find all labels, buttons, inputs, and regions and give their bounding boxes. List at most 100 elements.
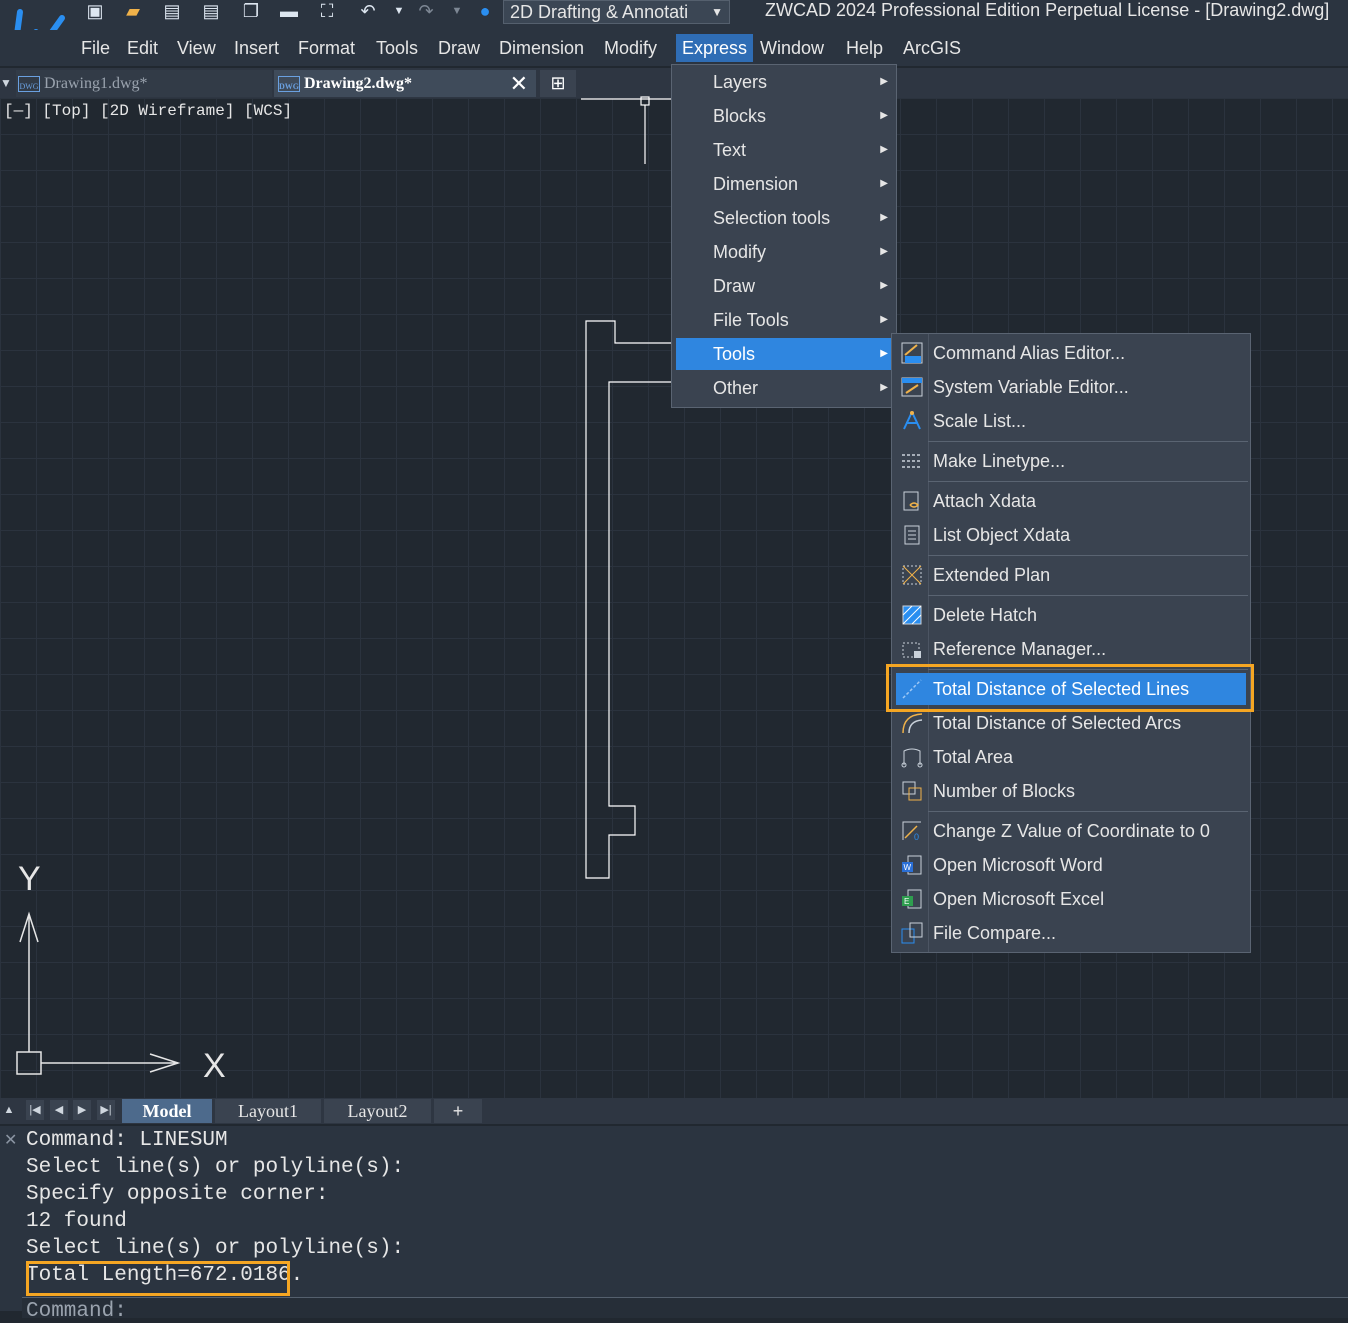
- undo-dropdown-icon[interactable]: ▼: [386, 0, 412, 24]
- tab-drawing2-label: Drawing2.dwg*: [304, 75, 413, 92]
- tools-item-list-object-xdata[interactable]: List Object Xdata: [896, 519, 1246, 551]
- plot-preview-icon[interactable]: ⛶: [314, 0, 340, 24]
- tools-item-number-of-blocks[interactable]: Number of Blocks: [896, 775, 1246, 807]
- tools-item-label: File Compare...: [933, 923, 1057, 943]
- menu-express[interactable]: Express: [676, 34, 754, 62]
- express-item-draw[interactable]: Draw ▶: [676, 270, 892, 302]
- express-item-blocks[interactable]: Blocks ▶: [676, 100, 892, 132]
- menu-separator: [928, 595, 1248, 596]
- menu-arcgis[interactable]: ArcGIS: [901, 34, 963, 62]
- tab-drawing1[interactable]: DWG Drawing1.dwg*: [16, 70, 272, 97]
- tools-item-make-linetype[interactable]: Make Linetype...: [896, 445, 1246, 477]
- area-icon: [901, 748, 923, 768]
- save-all-icon[interactable]: ❐: [238, 0, 264, 24]
- menu-help[interactable]: Help: [844, 34, 885, 62]
- command-history-line: Select line(s) or polyline(s):: [26, 1156, 405, 1179]
- menu-insert[interactable]: Insert: [232, 34, 281, 62]
- previous-layout-icon[interactable]: ◀: [50, 1100, 68, 1120]
- save-icon[interactable]: ▤: [159, 0, 185, 24]
- scroll-up-icon[interactable]: ▲: [0, 1100, 18, 1120]
- tools-item-attach-xdata[interactable]: Attach Xdata: [896, 485, 1246, 517]
- express-item-selection-tools[interactable]: Selection tools ▶: [676, 202, 892, 234]
- layout-tab-layout1[interactable]: Layout1: [215, 1099, 321, 1123]
- tools-item-label: Open Microsoft Word: [933, 855, 1103, 875]
- menu-separator: [928, 441, 1248, 442]
- layout-tab-model[interactable]: Model: [122, 1099, 212, 1123]
- tools-item-system-variable-editor[interactable]: System Variable Editor...: [896, 371, 1246, 403]
- express-item-label: Tools: [713, 344, 756, 364]
- first-layout-icon[interactable]: |◀: [26, 1100, 44, 1120]
- tools-item-delete-hatch[interactable]: Delete Hatch: [896, 599, 1246, 631]
- tools-item-reference-manager[interactable]: Reference Manager...: [896, 633, 1246, 665]
- tab-list-icon[interactable]: ▼: [0, 76, 12, 90]
- workspace-dropdown[interactable]: 2D Drafting & Annotati ▼: [503, 0, 730, 24]
- tools-item-open-word[interactable]: W Open Microsoft Word: [896, 849, 1246, 881]
- tools-item-label: Extended Plan: [933, 565, 1051, 585]
- menu-draw[interactable]: Draw: [436, 34, 482, 62]
- redo-icon[interactable]: ↷: [413, 0, 439, 24]
- tools-item-total-area[interactable]: Total Area: [896, 741, 1246, 773]
- tools-submenu: Command Alias Editor... System Variable …: [891, 333, 1251, 953]
- chevron-down-icon: ▼: [711, 5, 723, 19]
- tools-item-label: Reference Manager...: [933, 639, 1107, 659]
- menu-tools[interactable]: Tools: [374, 34, 420, 62]
- tab-drawing2[interactable]: DWG Drawing2.dwg* ✕: [274, 70, 536, 97]
- pgp-icon: [901, 342, 923, 364]
- submenu-arrow-icon: ▶: [880, 110, 888, 121]
- tools-item-extended-plan[interactable]: Extended Plan: [896, 559, 1246, 591]
- express-item-label: Other: [713, 378, 759, 398]
- menu-modify[interactable]: Modify: [602, 34, 659, 62]
- add-layout-button[interactable]: +: [434, 1099, 482, 1123]
- express-item-label: Dimension: [713, 174, 799, 194]
- tools-item-command-alias-editor[interactable]: Command Alias Editor...: [896, 337, 1246, 369]
- command-history-line: Select line(s) or polyline(s):: [26, 1237, 405, 1260]
- menu-format[interactable]: Format: [296, 34, 357, 62]
- submenu-arrow-icon: ▶: [880, 348, 888, 359]
- new-file-icon[interactable]: ▣: [82, 0, 108, 24]
- blocks-icon: [902, 781, 922, 801]
- express-item-file-tools[interactable]: File Tools ▶: [676, 304, 892, 336]
- express-item-dimension[interactable]: Dimension ▶: [676, 168, 892, 200]
- menu-window[interactable]: Window: [758, 34, 826, 62]
- next-layout-icon[interactable]: ▶: [73, 1100, 91, 1120]
- last-layout-icon[interactable]: ▶|: [97, 1100, 115, 1120]
- svg-text:0: 0: [914, 832, 919, 842]
- tools-item-file-compare[interactable]: File Compare...: [896, 917, 1246, 949]
- express-item-label: Blocks: [713, 106, 767, 126]
- save-as-icon[interactable]: ▤: [198, 0, 224, 24]
- menu-separator: [928, 555, 1248, 556]
- express-item-label: Modify: [713, 242, 767, 262]
- express-item-label: Layers: [713, 72, 768, 92]
- express-item-layers[interactable]: Layers ▶: [676, 66, 892, 98]
- layout-tab-layout2[interactable]: Layout2: [324, 1099, 431, 1123]
- help-icon[interactable]: ●: [472, 0, 498, 24]
- command-input[interactable]: Command:: [22, 1297, 1348, 1323]
- menu-view[interactable]: View: [175, 34, 218, 62]
- open-file-icon[interactable]: ▰: [120, 0, 146, 24]
- tools-item-scale-list[interactable]: Scale List...: [896, 405, 1246, 437]
- express-item-tools[interactable]: Tools ▶: [676, 338, 892, 370]
- tools-item-label: Scale List...: [933, 411, 1027, 431]
- new-tab-button[interactable]: ⊞: [540, 70, 576, 97]
- menu-file[interactable]: File: [79, 34, 112, 62]
- close-tab-icon[interactable]: ✕: [510, 70, 528, 97]
- undo-icon[interactable]: ↶: [355, 0, 381, 24]
- express-item-modify[interactable]: Modify ▶: [676, 236, 892, 268]
- tools-item-change-z-value[interactable]: 0 Change Z Value of Coordinate to 0: [896, 815, 1246, 847]
- menu-edit[interactable]: Edit: [125, 34, 160, 62]
- submenu-arrow-icon: ▶: [880, 246, 888, 257]
- tools-item-label: Open Microsoft Excel: [933, 889, 1105, 909]
- express-item-other[interactable]: Other ▶: [676, 372, 892, 404]
- dwg-file-icon: DWG: [18, 76, 40, 93]
- menu-separator: [928, 811, 1248, 812]
- viewport-controls[interactable]: [—] [Top] [2D Wireframe] [WCS]: [4, 102, 292, 120]
- command-history-line: Specify opposite corner:: [26, 1183, 329, 1206]
- close-icon[interactable]: ✕: [4, 1130, 17, 1150]
- express-item-text[interactable]: Text ▶: [676, 134, 892, 166]
- selected-item-highlight: [886, 664, 1254, 712]
- express-item-label: File Tools: [713, 310, 789, 330]
- redo-dropdown-icon[interactable]: ▼: [444, 0, 470, 24]
- tools-item-open-excel[interactable]: E Open Microsoft Excel: [896, 883, 1246, 915]
- print-icon[interactable]: ▬: [276, 0, 302, 24]
- menu-dimension[interactable]: Dimension: [497, 34, 586, 62]
